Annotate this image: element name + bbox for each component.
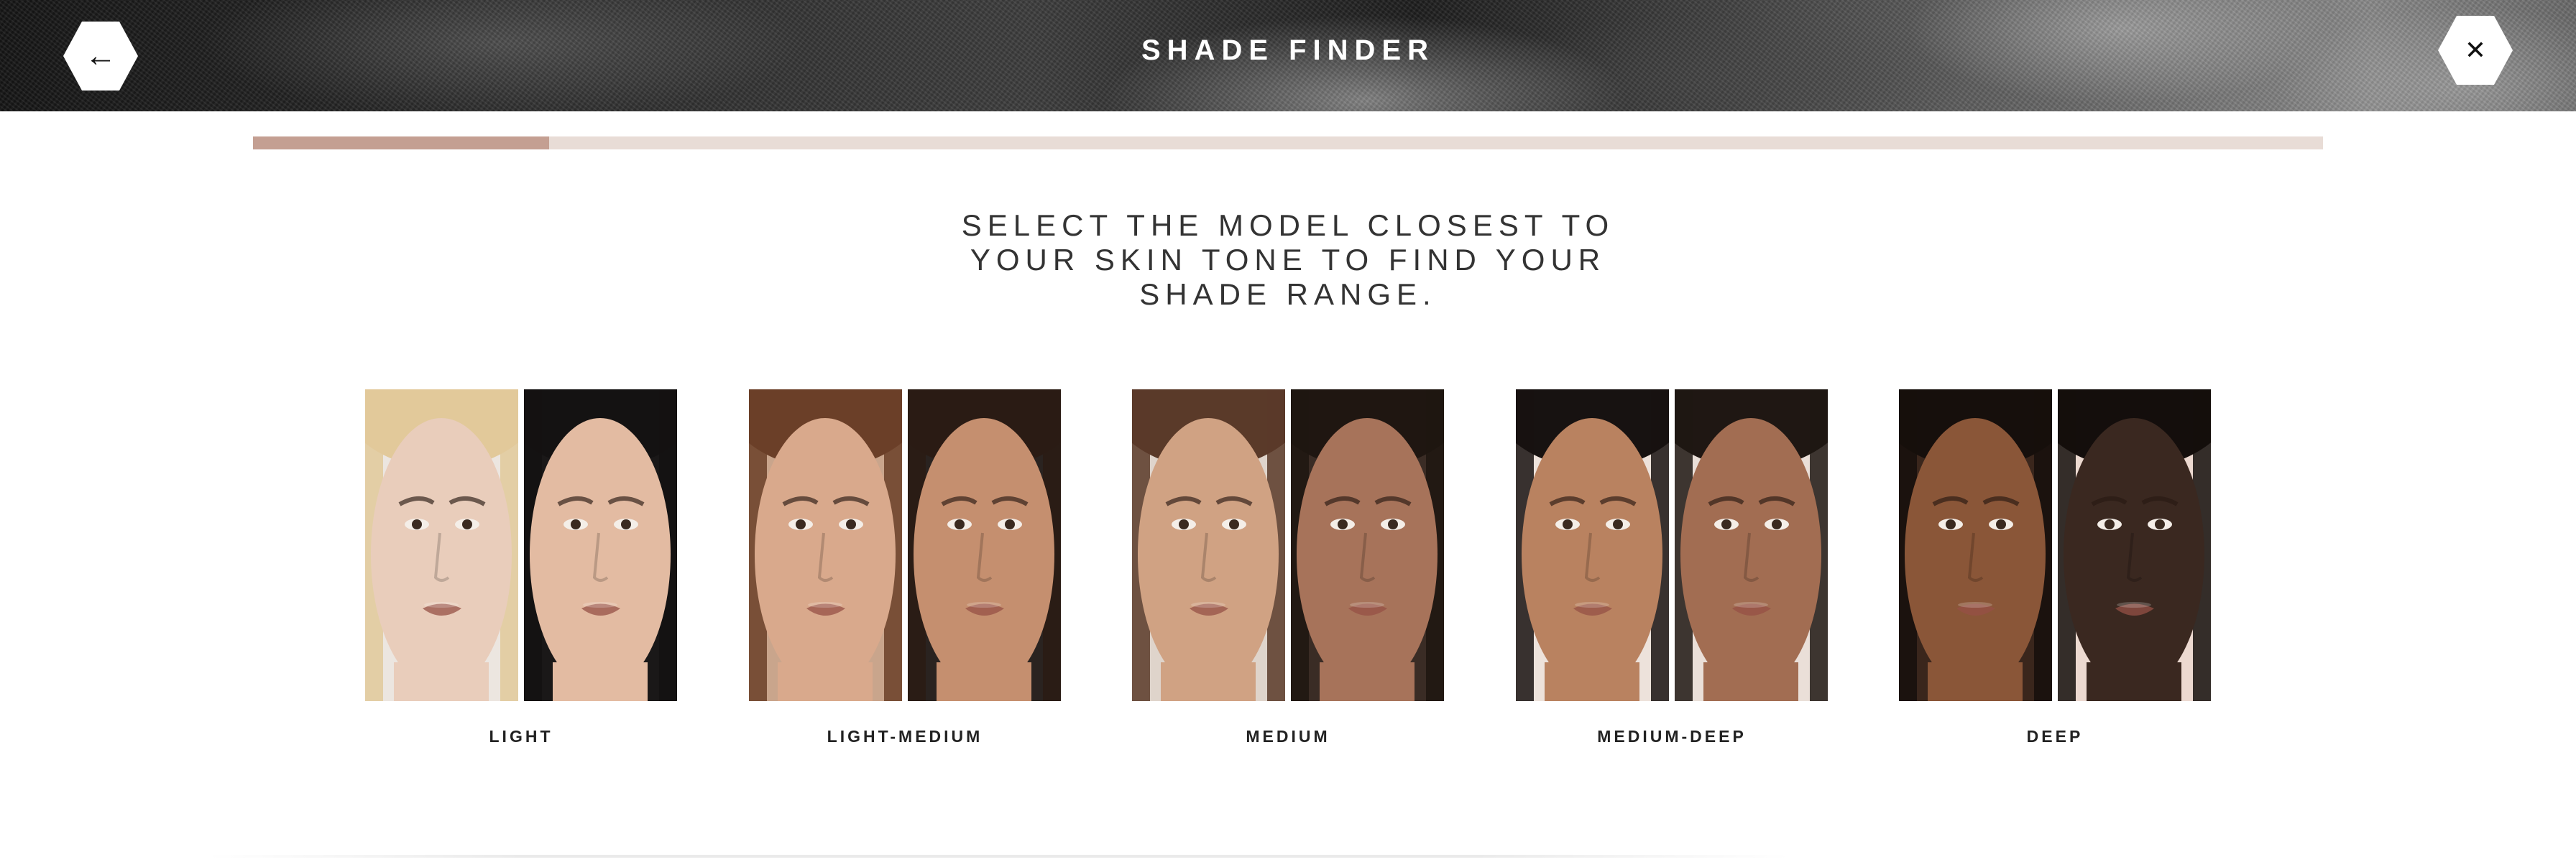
model-photos[interactable] [749,389,1061,701]
model-photos[interactable] [1899,389,2211,701]
model-photo[interactable] [908,389,1061,701]
shade-option-deep[interactable]: DEEP [1899,389,2211,756]
progress-bar-fill [253,136,549,149]
shade-option-label[interactable]: MEDIUM-DEEP [1516,727,1828,746]
shade-option-label[interactable]: DEEP [1899,727,2211,746]
model-photo[interactable] [1899,389,2052,701]
instruction-heading: SELECT THE MODEL CLOSEST TO YOUR SKIN TO… [961,208,1615,311]
model-photo[interactable] [1132,389,1285,701]
shade-option-medium-deep[interactable]: MEDIUM-DEEP [1516,389,1828,756]
shade-option-light[interactable]: LIGHT [365,389,677,756]
model-photo[interactable] [1291,389,1444,701]
shade-option-light-medium[interactable]: LIGHT-MEDIUM [749,389,1061,756]
header: ← SHADE FINDER ✕ [0,0,2576,111]
model-photos[interactable] [1516,389,1828,701]
page-title: SHADE FINDER [1141,34,1435,66]
model-photo[interactable] [1516,389,1669,701]
model-photo[interactable] [524,389,677,701]
model-photo[interactable] [365,389,518,701]
shade-range-options: LIGHT LIGHT-MEDIUM MEDIUM MEDIUM-DEEP DE… [0,389,2576,756]
shade-option-label[interactable]: MEDIUM [1132,727,1444,746]
model-photos[interactable] [1132,389,1444,701]
shade-option-label[interactable]: LIGHT-MEDIUM [749,727,1061,746]
model-photo[interactable] [1675,389,1828,701]
model-photo[interactable] [2058,389,2211,701]
model-photos[interactable] [365,389,677,701]
shade-option-label[interactable]: LIGHT [365,727,677,746]
divider [208,855,1790,858]
model-photo[interactable] [749,389,902,701]
shade-option-medium[interactable]: MEDIUM [1132,389,1444,756]
progress-bar [253,136,2323,149]
close-icon: ✕ [2464,35,2487,65]
